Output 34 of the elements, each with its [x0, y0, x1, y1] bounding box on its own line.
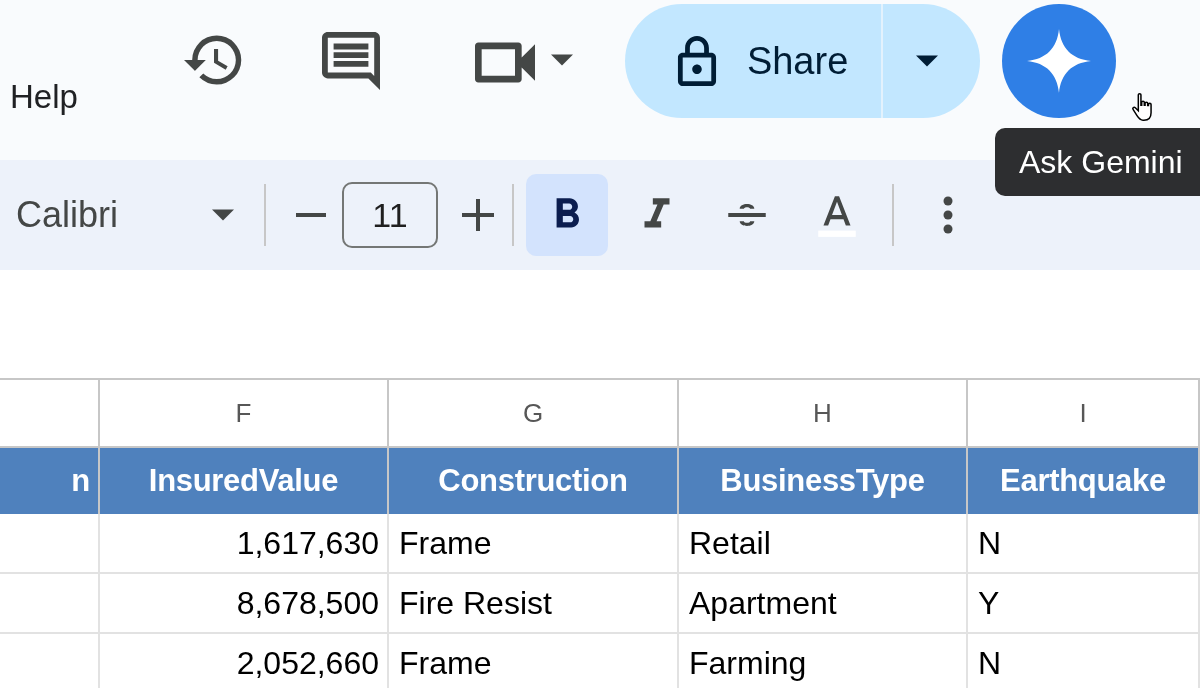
- lock-icon: [676, 36, 717, 86]
- table-cell-text: Farming: [689, 644, 807, 683]
- table-cell-text: N: [978, 524, 1002, 563]
- table-cell-text: Frame: [399, 524, 492, 563]
- bold-button[interactable]: [526, 174, 608, 256]
- caret-icon[interactable]: [550, 54, 573, 66]
- column-header: Construction: [438, 461, 628, 500]
- column-header: BusinessType: [720, 461, 925, 500]
- video-camera-icon[interactable]: [474, 40, 535, 85]
- column-letter: G: [522, 396, 544, 430]
- table-cell-text: Fire Resist: [399, 584, 552, 623]
- more-options-icon[interactable]: [942, 196, 954, 234]
- table-cell-text: Y: [978, 584, 1000, 623]
- table-cell-text: Retail: [689, 524, 771, 563]
- font-dropdown[interactable]: Calibri: [16, 188, 242, 242]
- tooltip: Ask Gemini: [995, 128, 1200, 196]
- column-letter: I: [1079, 396, 1087, 430]
- font-size-field[interactable]: 11: [342, 182, 438, 248]
- column-header: InsuredValue: [148, 461, 339, 500]
- table-cell-text: N: [978, 644, 1002, 683]
- column-letter: F: [235, 396, 252, 430]
- table-cell-text: 8,678,500: [236, 584, 379, 623]
- table-cell-text: 1,617,630: [236, 524, 379, 563]
- caret-icon: [212, 209, 234, 221]
- table-cell-text: Frame: [399, 644, 492, 683]
- menu-item[interactable]: Help: [10, 80, 78, 113]
- column-letter: H: [813, 396, 832, 430]
- column-header: Earthquake: [1000, 461, 1166, 500]
- table-cell-text: Apartment: [689, 584, 837, 623]
- plus-icon[interactable]: [462, 199, 494, 231]
- caret-icon: [916, 55, 939, 67]
- comment-icon[interactable]: [321, 32, 380, 90]
- column-header: n: [71, 461, 90, 500]
- table-cell-text: 2,052,660: [236, 644, 379, 683]
